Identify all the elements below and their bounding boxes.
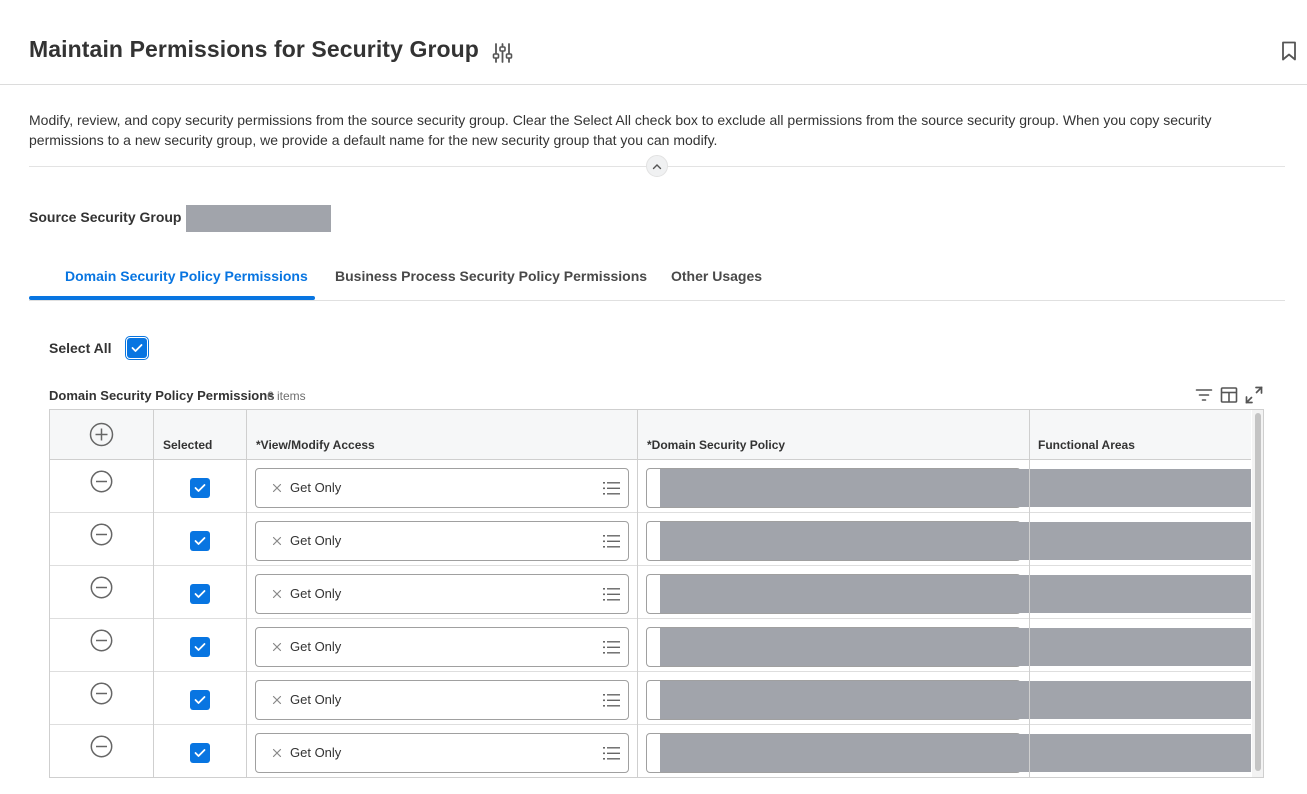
list-icon[interactable] [603, 481, 621, 496]
domain-security-policy-value-redacted [660, 522, 1251, 560]
close-icon[interactable] [271, 641, 283, 653]
table-row: Get Only [50, 672, 1251, 725]
list-icon[interactable] [603, 534, 621, 549]
check-icon [131, 344, 143, 352]
row-selected-checkbox[interactable] [190, 637, 210, 657]
remove-circle-icon[interactable] [90, 682, 113, 705]
check-icon [194, 696, 206, 704]
close-icon[interactable] [271, 588, 283, 600]
access-value: Get Only [290, 692, 342, 707]
check-icon [194, 643, 206, 651]
tab-other-usages[interactable]: Other Usages [671, 255, 762, 301]
check-icon [194, 590, 206, 598]
remove-circle-icon[interactable] [90, 576, 113, 599]
permissions-grid: Selected *View/Modify Access *Domain Sec… [49, 409, 1264, 778]
grid-title: Domain Security Policy Permissions [49, 388, 275, 403]
view-modify-access-input[interactable]: Get Only [255, 574, 629, 614]
page-description: Modify, review, and copy security permis… [29, 112, 1212, 148]
column-divider [153, 410, 154, 777]
tune-icon[interactable] [492, 42, 513, 64]
view-modify-access-input[interactable]: Get Only [255, 521, 629, 561]
remove-circle-icon[interactable] [90, 523, 113, 546]
close-icon[interactable] [271, 694, 283, 706]
check-icon [194, 484, 206, 492]
row-selected-checkbox[interactable] [190, 478, 210, 498]
page-header: Maintain Permissions for Security Group [0, 0, 1307, 85]
chevron-up-icon [652, 163, 662, 169]
column-divider [1029, 410, 1030, 777]
close-icon[interactable] [271, 482, 283, 494]
collapse-description-button[interactable] [646, 155, 668, 177]
source-security-group-value-redacted [186, 205, 331, 232]
table-row: Get Only [50, 725, 1251, 777]
grid-scrollbar-thumb[interactable] [1255, 413, 1261, 771]
column-header-selected[interactable]: Selected [163, 438, 212, 452]
view-modify-access-input[interactable]: Get Only [255, 680, 629, 720]
list-icon[interactable] [603, 587, 621, 602]
tab-bar: Domain Security Policy Permissions Busin… [29, 255, 1285, 301]
view-modify-access-input[interactable]: Get Only [255, 733, 629, 773]
select-all-label: Select All [49, 340, 112, 356]
column-header-functional-areas[interactable]: Functional Areas [1038, 438, 1135, 452]
remove-circle-icon[interactable] [90, 470, 113, 493]
access-value: Get Only [290, 639, 342, 654]
access-value: Get Only [290, 533, 342, 548]
remove-circle-icon[interactable] [90, 735, 113, 758]
add-circle-icon[interactable] [89, 422, 114, 447]
list-icon[interactable] [603, 693, 621, 708]
table-row: Get Only [50, 513, 1251, 566]
expand-icon[interactable] [1245, 386, 1263, 404]
domain-security-policy-value-redacted [660, 575, 1251, 613]
column-header-domain-security-policy[interactable]: *Domain Security Policy [647, 438, 785, 452]
access-value: Get Only [290, 586, 342, 601]
table-row: Get Only [50, 460, 1251, 513]
grid-body: Selected *View/Modify Access *Domain Sec… [50, 410, 1251, 777]
check-icon [194, 749, 206, 757]
grid-header-row: Selected *View/Modify Access *Domain Sec… [50, 410, 1251, 460]
list-icon[interactable] [603, 640, 621, 655]
column-divider [246, 410, 247, 777]
table-row: Get Only [50, 566, 1251, 619]
row-selected-checkbox[interactable] [190, 690, 210, 710]
view-modify-access-input[interactable]: Get Only [255, 627, 629, 667]
table-row: Get Only [50, 619, 1251, 672]
column-header-view-modify-access[interactable]: *View/Modify Access [256, 438, 375, 452]
row-selected-checkbox[interactable] [190, 584, 210, 604]
grid-item-count: 6 items [267, 389, 306, 403]
row-selected-checkbox[interactable] [190, 743, 210, 763]
list-icon[interactable] [603, 746, 621, 761]
remove-circle-icon[interactable] [90, 629, 113, 652]
source-security-group-label: Source Security Group [29, 209, 182, 225]
domain-security-policy-value-redacted [660, 628, 1251, 666]
active-tab-indicator [29, 296, 315, 300]
bookmark-icon[interactable] [1280, 41, 1298, 61]
view-modify-access-input[interactable]: Get Only [255, 468, 629, 508]
close-icon[interactable] [271, 747, 283, 759]
access-value: Get Only [290, 480, 342, 495]
select-all-checkbox[interactable] [127, 338, 147, 358]
filter-icon[interactable] [1195, 386, 1213, 404]
close-icon[interactable] [271, 535, 283, 547]
domain-security-policy-value-redacted [660, 681, 1251, 719]
column-layout-icon[interactable] [1220, 386, 1238, 404]
row-selected-checkbox[interactable] [190, 531, 210, 551]
tab-domain-security-policy-permissions[interactable]: Domain Security Policy Permissions [65, 255, 308, 301]
page-title: Maintain Permissions for Security Group [29, 36, 479, 62]
domain-security-policy-value-redacted [660, 734, 1251, 772]
column-divider [637, 410, 638, 777]
access-value: Get Only [290, 745, 342, 760]
check-icon [194, 537, 206, 545]
tab-business-process-security-policy-permissions[interactable]: Business Process Security Policy Permiss… [335, 255, 647, 301]
domain-security-policy-value-redacted [660, 469, 1251, 507]
